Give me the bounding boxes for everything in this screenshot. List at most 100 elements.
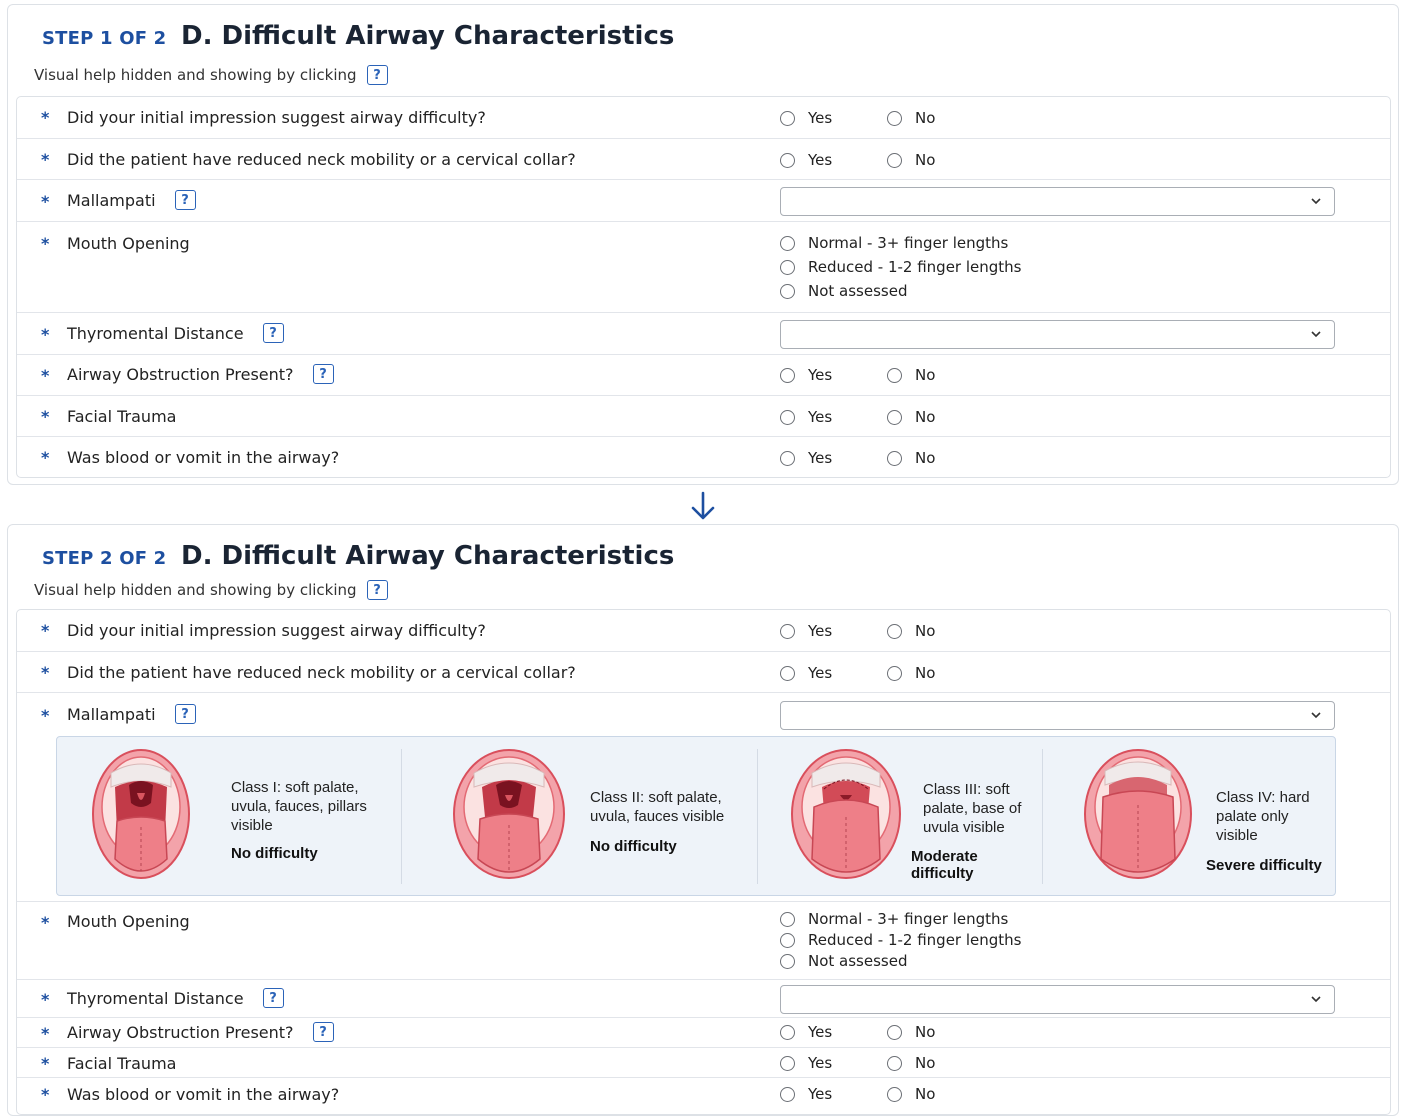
- radio-circle[interactable]: [780, 110, 795, 126]
- question-list: * Did your initial impression suggest ai…: [16, 609, 1391, 1115]
- radio-label: Yes: [808, 408, 833, 426]
- radio-no[interactable]: No: [887, 622, 935, 640]
- mallampati-class-4: Class IV: hard palate only visible Sever…: [1043, 737, 1335, 897]
- radio-circle[interactable]: [780, 623, 795, 639]
- step2-header: STEP 2 OF 2 D. Difficult Airway Characte…: [42, 541, 674, 571]
- radio-no[interactable]: No: [887, 366, 935, 384]
- radio-reduced[interactable]: Reduced - 1-2 finger lengths: [780, 258, 1022, 276]
- radio-yes[interactable]: Yes: [780, 109, 832, 127]
- thyromental-select[interactable]: [780, 320, 1335, 349]
- required-marker: *: [41, 621, 50, 640]
- radio-circle[interactable]: [780, 259, 795, 275]
- required-marker: *: [41, 706, 50, 725]
- radio-no[interactable]: No: [887, 664, 935, 682]
- radio-yes[interactable]: Yes: [780, 449, 832, 467]
- question-row-neck-mobility: * Did the patient have reduced neck mobi…: [17, 652, 1390, 693]
- question-label: Did the patient have reduced neck mobili…: [67, 663, 576, 682]
- radio-no[interactable]: No: [887, 408, 935, 426]
- thyromental-help-button[interactable]: ?: [262, 988, 284, 1008]
- mallampati-visual-help: Class I: soft palate, uvula, fauces, pil…: [56, 736, 1336, 896]
- radio-label: Reduced - 1-2 finger lengths: [808, 258, 1022, 276]
- radio-circle[interactable]: [887, 367, 902, 383]
- question-row-mallampati: * Mallampati ?: [17, 693, 1390, 902]
- radio-no[interactable]: No: [887, 151, 935, 169]
- radio-no[interactable]: No: [887, 1085, 935, 1103]
- obstruction-label: Airway Obstruction Present?: [67, 364, 294, 384]
- section-title: D. Difficult Airway Characteristics: [181, 21, 675, 51]
- obstruction-help-button[interactable]: ?: [312, 364, 334, 384]
- obstruction-label: Airway Obstruction Present?: [67, 1022, 294, 1042]
- mallampati-select[interactable]: [780, 701, 1335, 730]
- help-toggle-button[interactable]: ?: [366, 65, 388, 85]
- radio-circle[interactable]: [780, 152, 795, 168]
- radio-circle[interactable]: [887, 623, 902, 639]
- radio-circle[interactable]: [780, 450, 795, 466]
- radio-circle[interactable]: [780, 409, 795, 425]
- radio-circle[interactable]: [780, 235, 795, 251]
- radio-yes[interactable]: Yes: [780, 622, 832, 640]
- radio-circle[interactable]: [887, 1055, 902, 1071]
- radio-circle[interactable]: [887, 665, 902, 681]
- radio-circle[interactable]: [780, 665, 795, 681]
- chevron-down-icon: [1311, 712, 1321, 719]
- mouth-class-3-icon: [791, 749, 901, 879]
- visual-help-line: Visual help hidden and showing by clicki…: [34, 65, 388, 85]
- mallampati-help-button[interactable]: ?: [174, 704, 196, 724]
- radio-yes[interactable]: Yes: [780, 1023, 832, 1041]
- radio-circle[interactable]: [887, 152, 902, 168]
- description-line: visible: [1216, 827, 1258, 844]
- radio-circle[interactable]: [780, 1086, 795, 1102]
- radio-circle[interactable]: [780, 367, 795, 383]
- question-row-mallampati: * Mallampati ?: [17, 180, 1390, 222]
- radio-circle[interactable]: [780, 1024, 795, 1040]
- radio-circle[interactable]: [780, 932, 795, 948]
- help-toggle-button[interactable]: ?: [366, 580, 388, 600]
- radio-circle[interactable]: [780, 953, 795, 969]
- required-marker: *: [41, 325, 50, 344]
- radio-yes[interactable]: Yes: [780, 1054, 832, 1072]
- mallampati-help-button[interactable]: ?: [174, 190, 196, 210]
- description-line: uvula, fauces visible: [590, 808, 725, 825]
- question-row-initial-impression: * Did your initial impression suggest ai…: [17, 97, 1390, 139]
- description-line: uvula, fauces, pillars: [231, 798, 367, 815]
- mallampati-label: Mallampati: [67, 704, 156, 724]
- radio-reduced[interactable]: Reduced - 1-2 finger lengths: [780, 931, 1022, 949]
- radio-circle[interactable]: [887, 450, 902, 466]
- mouth-class-2-icon: [453, 749, 565, 879]
- radio-circle[interactable]: [887, 1086, 902, 1102]
- radio-yes[interactable]: Yes: [780, 366, 832, 384]
- question-row-facial-trauma: * Facial Trauma Yes No: [17, 1048, 1390, 1078]
- radio-yes[interactable]: Yes: [780, 1085, 832, 1103]
- radio-no[interactable]: No: [887, 1023, 935, 1041]
- description-line: palate, base of: [923, 800, 1022, 817]
- radio-label: No: [915, 622, 936, 640]
- radio-no[interactable]: No: [887, 1054, 935, 1072]
- radio-circle[interactable]: [780, 1055, 795, 1071]
- thyromental-help-button[interactable]: ?: [262, 323, 284, 343]
- mallampati-class-2-difficulty: No difficulty: [590, 838, 677, 855]
- radio-label: No: [915, 408, 936, 426]
- radio-circle[interactable]: [887, 409, 902, 425]
- section-title: D. Difficult Airway Characteristics: [181, 541, 675, 571]
- radio-not-assessed[interactable]: Not assessed: [780, 952, 907, 970]
- question-label: Airway Obstruction Present? ?: [67, 1022, 334, 1042]
- radio-circle[interactable]: [887, 110, 902, 126]
- radio-no[interactable]: No: [887, 109, 935, 127]
- radio-yes[interactable]: Yes: [780, 664, 832, 682]
- radio-yes[interactable]: Yes: [780, 151, 832, 169]
- mallampati-select[interactable]: [780, 187, 1335, 216]
- radio-normal[interactable]: Normal - 3+ finger lengths: [780, 234, 1008, 252]
- thyromental-select[interactable]: [780, 985, 1335, 1014]
- radio-not-assessed[interactable]: Not assessed: [780, 282, 907, 300]
- radio-no[interactable]: No: [887, 449, 935, 467]
- radio-circle[interactable]: [780, 911, 795, 927]
- question-row-initial-impression: * Did your initial impression suggest ai…: [17, 610, 1390, 652]
- question-label: Thyromental Distance ?: [67, 323, 284, 343]
- radio-circle[interactable]: [887, 1024, 902, 1040]
- radio-circle[interactable]: [780, 283, 795, 299]
- radio-label: Yes: [808, 1054, 833, 1072]
- radio-normal[interactable]: Normal - 3+ finger lengths: [780, 910, 1008, 928]
- visual-help-line: Visual help hidden and showing by clicki…: [34, 580, 388, 600]
- radio-yes[interactable]: Yes: [780, 408, 832, 426]
- obstruction-help-button[interactable]: ?: [312, 1022, 334, 1042]
